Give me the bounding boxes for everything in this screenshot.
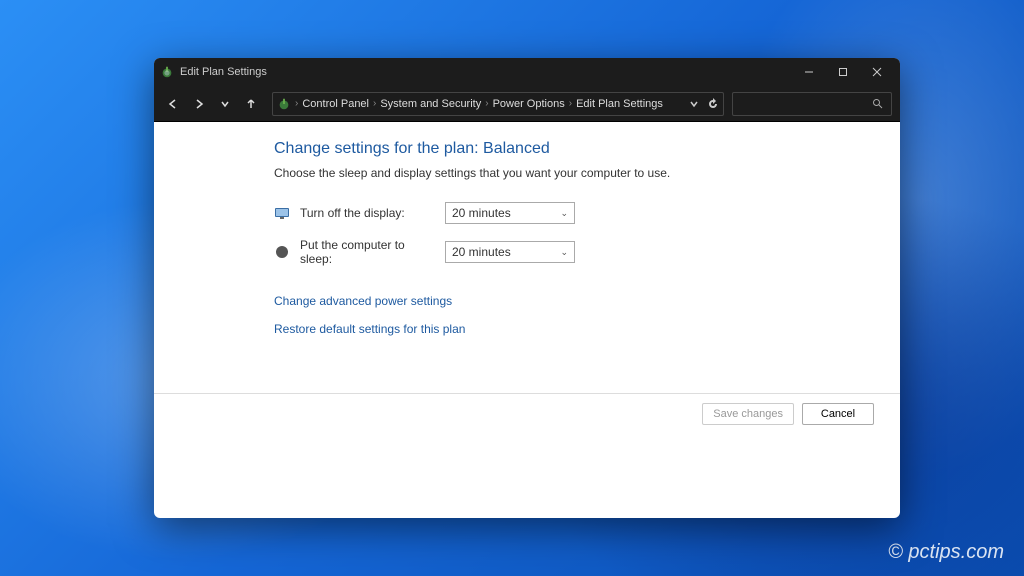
power-options-icon: [160, 65, 174, 79]
up-button[interactable]: [240, 93, 262, 115]
footer-bar: Save changes Cancel: [154, 393, 900, 433]
search-box[interactable]: [732, 92, 892, 116]
maximize-button[interactable]: [826, 58, 860, 86]
control-panel-window: Edit Plan Settings: [154, 58, 900, 518]
display-icon: [274, 205, 290, 221]
breadcrumb-item[interactable]: Control Panel: [302, 98, 369, 110]
minimize-button[interactable]: [792, 58, 826, 86]
chevron-right-icon[interactable]: ›: [569, 98, 572, 109]
dropdown-value: 20 minutes: [452, 245, 511, 259]
watermark-text: © pctips.com: [888, 541, 1004, 564]
advanced-settings-link[interactable]: Change advanced power settings: [274, 294, 860, 308]
close-button[interactable]: [860, 58, 894, 86]
sleep-label: Put the computer to sleep:: [300, 238, 435, 266]
refresh-icon[interactable]: [707, 98, 719, 110]
breadcrumb-item[interactable]: Power Options: [493, 98, 565, 110]
power-options-icon: [277, 97, 291, 111]
chevron-right-icon[interactable]: ›: [373, 98, 376, 109]
cancel-button[interactable]: Cancel: [802, 403, 874, 425]
address-bar[interactable]: › Control Panel › System and Security › …: [272, 92, 724, 116]
forward-button[interactable]: [188, 93, 210, 115]
display-off-label: Turn off the display:: [300, 206, 435, 220]
navigation-toolbar: › Control Panel › System and Security › …: [154, 86, 900, 122]
back-button[interactable]: [162, 93, 184, 115]
dropdown-value: 20 minutes: [452, 206, 511, 220]
sleep-dropdown[interactable]: 20 minutes ⌄: [445, 241, 575, 263]
window-titlebar[interactable]: Edit Plan Settings: [154, 58, 900, 86]
window-title: Edit Plan Settings: [180, 66, 792, 78]
chevron-right-icon[interactable]: ›: [485, 98, 488, 109]
page-description: Choose the sleep and display settings th…: [274, 166, 860, 180]
chevron-down-icon[interactable]: [689, 99, 699, 109]
search-icon: [872, 98, 883, 109]
setting-row-sleep: Put the computer to sleep: 20 minutes ⌄: [274, 238, 860, 266]
page-heading: Change settings for the plan: Balanced: [274, 140, 860, 158]
window-controls: [792, 58, 894, 86]
breadcrumb-label: System and Security: [380, 98, 481, 110]
breadcrumb-label: Edit Plan Settings: [576, 98, 663, 110]
chevron-down-icon: ⌄: [560, 208, 568, 219]
links-section: Change advanced power settings Restore d…: [274, 294, 860, 336]
chevron-down-icon: ⌄: [560, 247, 568, 258]
recent-locations-button[interactable]: [214, 93, 236, 115]
sleep-icon: [274, 244, 290, 260]
breadcrumb-label: Power Options: [493, 98, 565, 110]
content-area: Change settings for the plan: Balanced C…: [154, 122, 900, 336]
setting-row-display: Turn off the display: 20 minutes ⌄: [274, 202, 860, 224]
breadcrumb-item[interactable]: System and Security: [380, 98, 481, 110]
save-changes-button[interactable]: Save changes: [702, 403, 794, 425]
breadcrumb-item[interactable]: Edit Plan Settings: [576, 98, 663, 110]
display-off-dropdown[interactable]: 20 minutes ⌄: [445, 202, 575, 224]
chevron-right-icon[interactable]: ›: [295, 98, 298, 109]
breadcrumb-label: Control Panel: [302, 98, 369, 110]
restore-defaults-link[interactable]: Restore default settings for this plan: [274, 322, 860, 336]
